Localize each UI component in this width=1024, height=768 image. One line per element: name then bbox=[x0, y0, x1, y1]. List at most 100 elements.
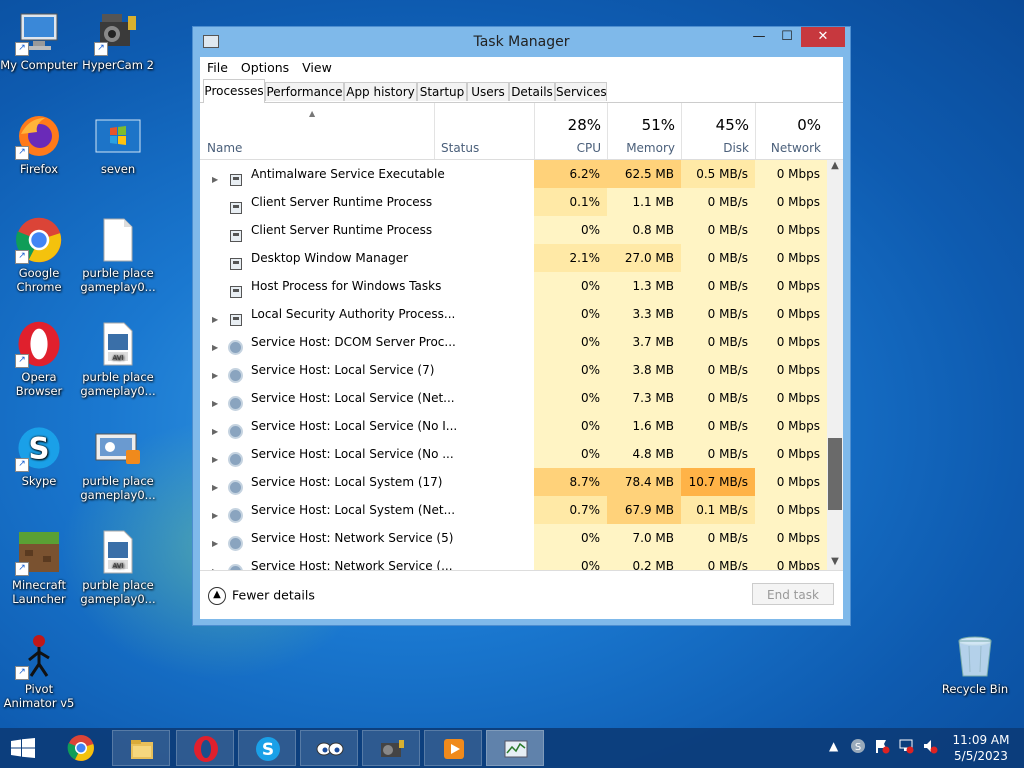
expand-chevron-icon[interactable]: ▶ bbox=[212, 371, 218, 380]
desktop-icon-purble-place-gameplay0[interactable]: purble place gameplay0... bbox=[79, 424, 157, 502]
start-button[interactable] bbox=[0, 730, 50, 766]
desktop-icon-opera-browser[interactable]: ↗ Opera Browser bbox=[0, 320, 78, 398]
expand-chevron-icon[interactable]: ▶ bbox=[212, 511, 218, 520]
network-total: 0% bbox=[797, 116, 821, 134]
expand-chevron-icon[interactable]: ▶ bbox=[212, 455, 218, 464]
shortcut-arrow-icon: ↗ bbox=[15, 42, 29, 56]
process-network: 0 Mbps bbox=[755, 412, 827, 440]
end-task-button[interactable]: End task bbox=[752, 583, 834, 605]
scroll-down-icon[interactable]: ▼ bbox=[827, 556, 843, 570]
expand-chevron-icon[interactable]: ▶ bbox=[212, 399, 218, 408]
scroll-up-icon[interactable]: ▲ bbox=[827, 160, 843, 174]
shortcut-arrow-icon: ↗ bbox=[15, 146, 29, 160]
taskbar-media-player[interactable] bbox=[424, 730, 482, 766]
tray-skype-icon[interactable]: S bbox=[850, 738, 866, 757]
desktop-icon-minecraft-launcher[interactable]: ↗ Minecraft Launcher bbox=[0, 528, 78, 606]
process-disk: 0 MB/s bbox=[681, 328, 755, 356]
taskbar-opera[interactable] bbox=[176, 730, 234, 766]
maximize-button[interactable]: ☐ bbox=[773, 27, 801, 47]
taskbar-file-explorer[interactable] bbox=[112, 730, 170, 766]
opera-icon bbox=[194, 736, 218, 762]
tab-startup[interactable]: Startup bbox=[417, 82, 467, 101]
gear-icon bbox=[228, 508, 243, 523]
tab-app-history[interactable]: App history bbox=[344, 82, 417, 101]
desktop-icon-purble-place-gameplay0[interactable]: purble place gameplay0... bbox=[79, 216, 157, 294]
process-memory: 3.3 MB bbox=[607, 300, 681, 328]
shortcut-arrow-icon: ↗ bbox=[15, 562, 29, 576]
desktop-icon-pivot-animator-v5[interactable]: ↗ Pivot Animator v5 bbox=[0, 632, 78, 710]
process-cpu: 0% bbox=[534, 552, 607, 570]
taskbar-chrome[interactable] bbox=[52, 730, 110, 766]
column-status-cell[interactable]: Status bbox=[434, 103, 534, 159]
desktop-icon-label: Opera Browser bbox=[15, 370, 63, 398]
windows-image-icon bbox=[94, 112, 142, 160]
process-network: 0 Mbps bbox=[755, 188, 827, 216]
desktop-icon-recycle-bin[interactable]: Recycle Bin bbox=[937, 632, 1013, 696]
process-list[interactable]: ▶ Antimalware Service Executable 6.2% 62.5 … bbox=[200, 160, 827, 570]
process-memory: 62.5 MB bbox=[607, 160, 681, 188]
desktop-icon-purble-place-gameplay0[interactable]: AVI purble place gameplay0... bbox=[79, 528, 157, 606]
avi-file-icon: AVI bbox=[94, 320, 142, 368]
desktop-icon-my-computer[interactable]: ↗ My Computer bbox=[0, 8, 78, 72]
desktop-icon-label: Firefox bbox=[19, 162, 59, 176]
expand-chevron-icon[interactable]: ▶ bbox=[212, 343, 218, 352]
network-icon[interactable] bbox=[898, 738, 914, 757]
process-cpu: 0% bbox=[534, 384, 607, 412]
taskbar-eyes[interactable] bbox=[300, 730, 358, 766]
column-memory[interactable]: 51% Memory bbox=[607, 103, 681, 159]
desktop-icon-seven[interactable]: seven bbox=[79, 112, 157, 176]
process-network: 0 Mbps bbox=[755, 160, 827, 188]
task-manager-window[interactable]: Task Manager — ☐ ✕ File Options View Proce… bbox=[192, 26, 851, 626]
process-disk: 0 MB/s bbox=[681, 524, 755, 552]
column-name[interactable]: Name bbox=[207, 141, 242, 155]
desktop-icon-label: HyperCam 2 bbox=[82, 58, 154, 72]
show-hidden-icons[interactable]: ▲ bbox=[829, 739, 838, 753]
tab-performance[interactable]: Performance bbox=[265, 82, 344, 101]
expand-chevron-icon[interactable]: ▶ bbox=[212, 175, 218, 184]
clock[interactable]: 11:09 AM 5/5/2023 bbox=[946, 732, 1016, 764]
desktop-icon-purble-place-gameplay0[interactable]: AVI purble place gameplay0... bbox=[79, 320, 157, 398]
vertical-scrollbar[interactable]: ▲ ▼ bbox=[827, 160, 843, 570]
desktop-icon-label: My Computer bbox=[0, 58, 78, 72]
desktop-icon-hypercam-2[interactable]: ↗ HyperCam 2 bbox=[79, 8, 157, 72]
expand-chevron-icon[interactable]: ▶ bbox=[212, 427, 218, 436]
expand-chevron-icon[interactable]: ▶ bbox=[212, 315, 218, 324]
expand-chevron-icon[interactable]: ▶ bbox=[212, 539, 218, 548]
hypercam-icon bbox=[381, 740, 404, 757]
scroll-thumb[interactable] bbox=[828, 438, 842, 510]
process-name: Service Host: Local Service (Net... bbox=[251, 391, 455, 405]
cpu-label: CPU bbox=[576, 141, 601, 155]
process-row[interactable]: ▶Service Host: Network Service (...0%0.2… bbox=[200, 552, 827, 570]
taskbar-task-manager[interactable] bbox=[486, 730, 544, 766]
blank-file-icon bbox=[94, 216, 142, 264]
menu-view[interactable]: View bbox=[295, 57, 338, 75]
tab-processes[interactable]: Processes bbox=[203, 79, 265, 103]
menu-options[interactable]: Options bbox=[234, 57, 295, 75]
taskbar-hypercam[interactable] bbox=[362, 730, 420, 766]
taskbar-skype[interactable]: S bbox=[238, 730, 296, 766]
menu-file[interactable]: File bbox=[200, 57, 234, 75]
volume-muted-icon[interactable] bbox=[922, 738, 938, 757]
gear-icon bbox=[228, 396, 243, 411]
fewer-details-link[interactable]: ▲ Fewer details bbox=[208, 587, 315, 605]
column-status: Status bbox=[441, 141, 480, 155]
close-button[interactable]: ✕ bbox=[801, 27, 845, 47]
window-icon bbox=[230, 258, 242, 270]
action-center-flag-icon[interactable] bbox=[874, 738, 890, 757]
tab-services[interactable]: Services bbox=[555, 82, 607, 101]
expand-chevron-icon[interactable]: ▶ bbox=[212, 483, 218, 492]
desktop-icon-label: Pivot Animator v5 bbox=[3, 682, 75, 710]
shortcut-arrow-icon: ↗ bbox=[94, 42, 108, 56]
desktop-icon-google-chrome[interactable]: ↗ Google Chrome bbox=[0, 216, 78, 294]
tab-users[interactable]: Users bbox=[467, 82, 509, 101]
minimize-button[interactable]: — bbox=[745, 27, 773, 47]
column-cpu[interactable]: 28% CPU bbox=[534, 103, 607, 159]
tab-details[interactable]: Details bbox=[509, 82, 555, 101]
column-network[interactable]: 0% Network bbox=[755, 103, 827, 159]
desktop-icon-skype[interactable]: S ↗ Skype bbox=[0, 424, 78, 488]
recycle-bin-icon bbox=[951, 632, 999, 680]
column-disk[interactable]: 45% Disk bbox=[681, 103, 755, 159]
process-cpu: 0.1% bbox=[534, 188, 607, 216]
desktop-icon-firefox[interactable]: ↗ Firefox bbox=[0, 112, 78, 176]
title-bar[interactable]: Task Manager — ☐ ✕ bbox=[193, 27, 850, 57]
